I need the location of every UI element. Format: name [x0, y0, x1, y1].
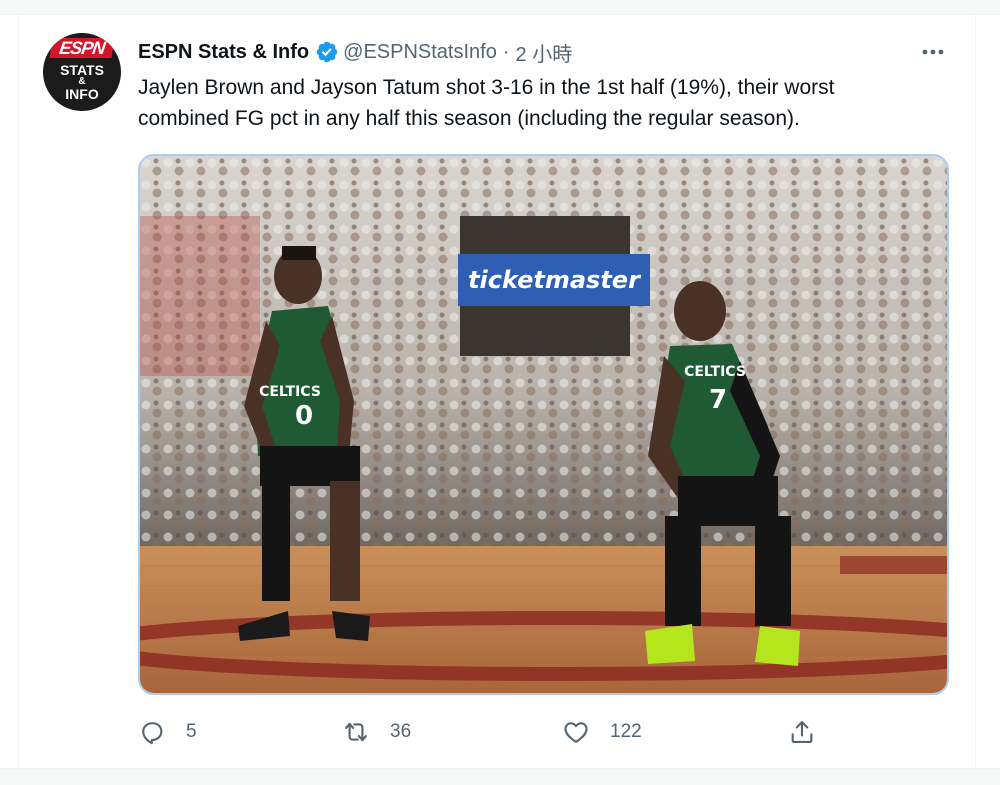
- tweet-media-image[interactable]: ticketmaster CELTICS 0 CELTICS 7: [138, 154, 949, 695]
- retweet-count: 36: [390, 721, 412, 742]
- reply-icon: [142, 722, 163, 745]
- like-count: 122: [610, 721, 642, 742]
- retweet-icon: [345, 722, 367, 742]
- avatar-text-stats: STATS: [60, 62, 104, 78]
- reply-count: 5: [186, 721, 197, 742]
- reply-button[interactable]: 5: [138, 712, 197, 752]
- espn-logo: ESPN: [49, 38, 115, 58]
- author-avatar[interactable]: ESPN STATS & INFO: [43, 33, 121, 111]
- timeline-bottom-strip: [0, 768, 1000, 785]
- like-icon: [564, 722, 588, 743]
- jersey-team-text-right: CELTICS: [684, 364, 746, 380]
- author-handle[interactable]: @ESPNStatsInfo: [343, 41, 497, 64]
- more-icon[interactable]: [918, 40, 948, 64]
- tweet-header: ESPN Stats & Info @ESPNStatsInfo · 2 小時: [138, 38, 572, 66]
- avatar-text-info: INFO: [65, 86, 99, 102]
- jersey-team-text-left: CELTICS: [259, 384, 321, 400]
- jersey-number-right: 7: [709, 385, 727, 415]
- header-separator: ·: [502, 40, 510, 63]
- tweet-timestamp[interactable]: 2 小時: [516, 38, 573, 67]
- timeline-top-strip: [0, 0, 1000, 15]
- like-button[interactable]: 122: [562, 712, 642, 752]
- jersey-number-left: 0: [295, 401, 313, 431]
- tweet-text: Jaylen Brown and Jayson Tatum shot 3-16 …: [138, 72, 938, 134]
- author-name[interactable]: ESPN Stats & Info: [138, 41, 309, 64]
- ticketmaster-banner: ticketmaster: [468, 266, 642, 294]
- tweet-text-line: combined FG pct in any half this season …: [138, 107, 800, 130]
- tweet-text-line: Jaylen Brown and Jayson Tatum shot 3-16 …: [138, 76, 835, 99]
- retweet-button[interactable]: 36: [342, 712, 411, 752]
- share-button[interactable]: [788, 712, 836, 752]
- verified-badge-icon: [315, 40, 339, 64]
- tweet-action-bar: 5 36 122: [138, 712, 938, 752]
- share-icon: [791, 721, 813, 743]
